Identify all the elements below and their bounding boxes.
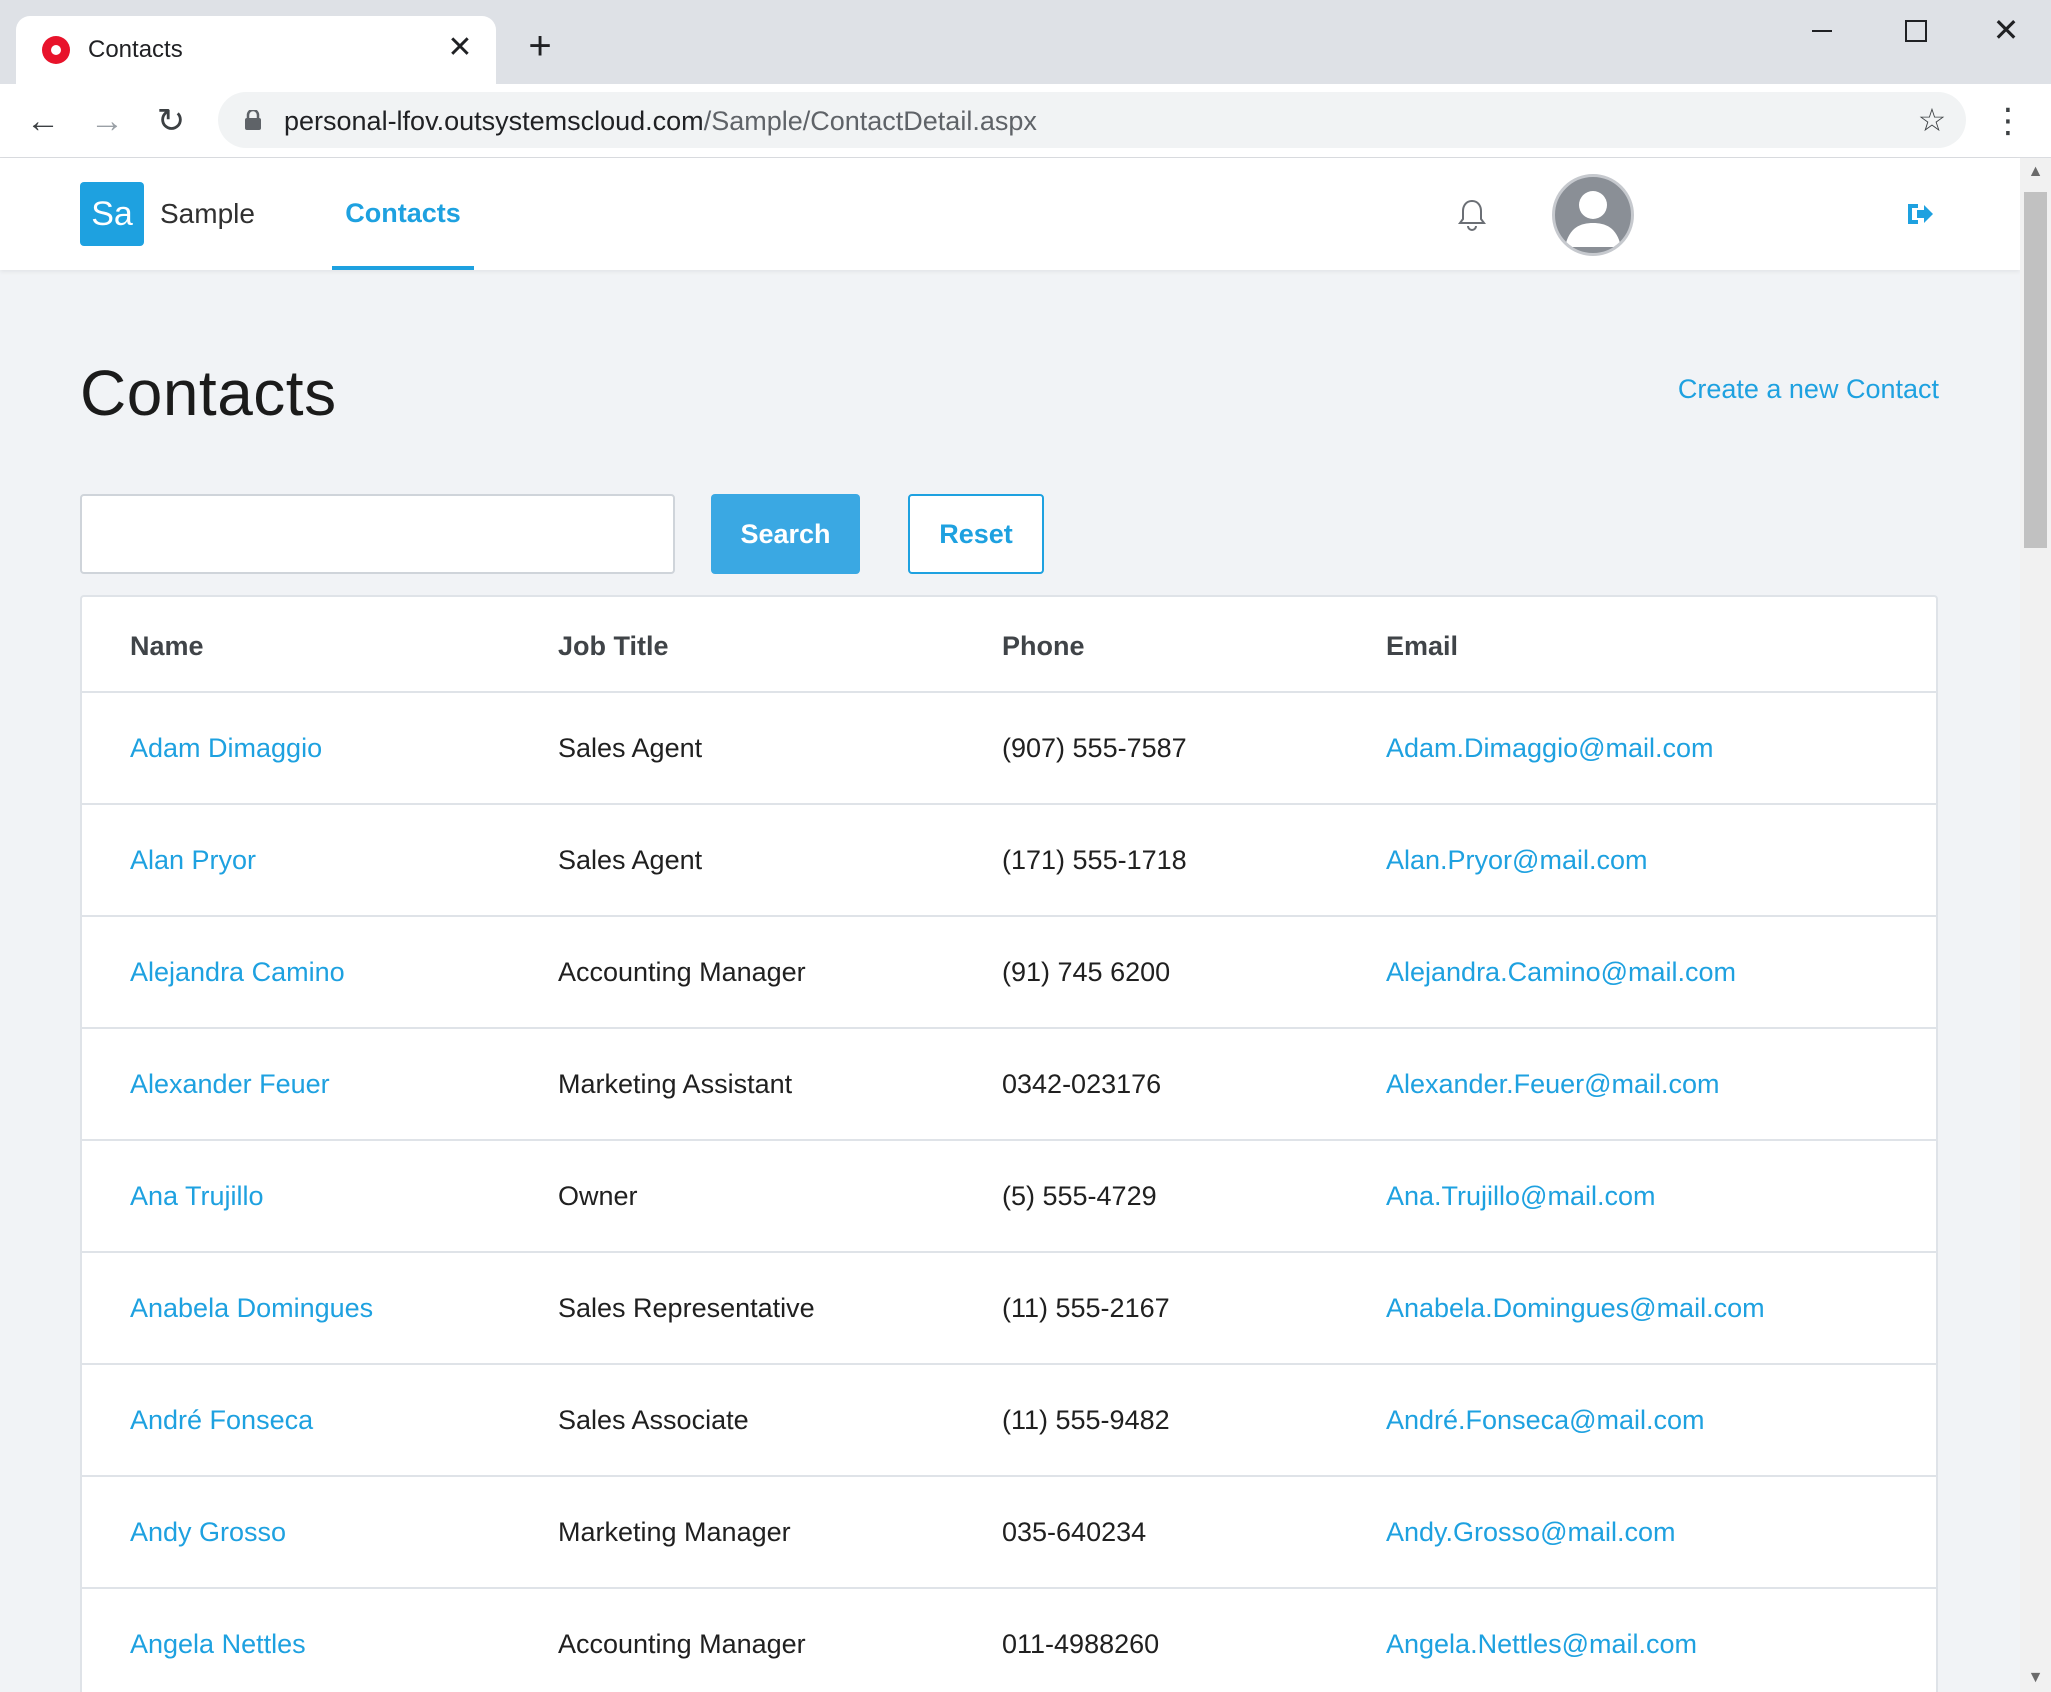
contact-phone: (11) 555-2167: [1002, 1293, 1170, 1323]
address-bar[interactable]: personal-lfov.outsystemscloud.com/Sample…: [218, 92, 1966, 148]
contact-name-link[interactable]: Anabela Domingues: [130, 1293, 373, 1324]
contact-phone: (171) 555-1718: [1002, 845, 1187, 875]
contact-job-title: Sales Associate: [558, 1405, 749, 1435]
contact-name-link[interactable]: Andy Grosso: [130, 1517, 286, 1548]
window-minimize-button[interactable]: [1792, 12, 1852, 48]
contact-email-link[interactable]: Alan.Pryor@mail.com: [1386, 845, 1647, 876]
url-path: /Sample/ContactDetail.aspx: [703, 106, 1037, 136]
contact-phone: 035-640234: [1002, 1517, 1147, 1547]
contact-email-link[interactable]: André.Fonseca@mail.com: [1386, 1405, 1705, 1436]
nav-item-label: Contacts: [345, 198, 461, 228]
contact-name-link[interactable]: Alan Pryor: [130, 845, 256, 876]
tab-close-icon[interactable]: ✕: [442, 30, 478, 66]
column-header-name[interactable]: Name: [130, 631, 204, 662]
contact-email-link[interactable]: Anabela.Domingues@mail.com: [1386, 1293, 1765, 1324]
contact-email-link[interactable]: Alejandra.Camino@mail.com: [1386, 957, 1736, 988]
contact-email-link[interactable]: Adam.Dimaggio@mail.com: [1386, 733, 1714, 764]
contact-job-title: Accounting Manager: [558, 957, 806, 987]
search-button[interactable]: Search: [711, 494, 860, 574]
contacts-table: Name Job Title Phone Email Adam Dimaggio…: [80, 595, 1938, 1692]
table-row: Angela Nettles Accounting Manager 011-49…: [82, 1589, 1936, 1692]
window-maximize-button[interactable]: [1884, 12, 1944, 48]
reset-button[interactable]: Reset: [908, 494, 1044, 574]
column-header-email[interactable]: Email: [1386, 631, 1458, 662]
page-scrollbar[interactable]: ▲ ▼: [2020, 158, 2051, 1692]
contact-email-link[interactable]: Andy.Grosso@mail.com: [1386, 1517, 1676, 1548]
scroll-down-arrow-icon[interactable]: ▼: [2020, 1664, 2051, 1692]
column-header-job-title[interactable]: Job Title: [558, 631, 669, 662]
contact-name-link[interactable]: Adam Dimaggio: [130, 733, 322, 764]
lock-icon: [245, 110, 261, 130]
app-logo[interactable]: Sa: [80, 182, 144, 246]
contact-name-link[interactable]: Alexander Feuer: [130, 1069, 330, 1100]
bell-icon[interactable]: [1456, 198, 1488, 232]
contact-name-link[interactable]: Ana Trujillo: [130, 1181, 264, 1212]
contact-job-title: Sales Agent: [558, 845, 703, 875]
app-header: Sa Sample Contacts: [0, 158, 2020, 270]
browser-tab-strip: Contacts ✕ + ✕: [0, 0, 2051, 84]
contact-name-link[interactable]: Angela Nettles: [130, 1629, 306, 1660]
contact-job-title: Accounting Manager: [558, 1629, 806, 1659]
contact-name-link[interactable]: Alejandra Camino: [130, 957, 345, 988]
scrollbar-thumb[interactable]: [2024, 192, 2047, 548]
contact-phone: (5) 555-4729: [1002, 1181, 1157, 1211]
contact-job-title: Owner: [558, 1181, 638, 1211]
logout-icon[interactable]: [1904, 198, 1936, 230]
contact-phone: 0342-023176: [1002, 1069, 1162, 1099]
forward-arrow-icon[interactable]: →: [86, 100, 128, 142]
table-row: Andy Grosso Marketing Manager 035-640234…: [82, 1477, 1936, 1589]
table-row: Adam Dimaggio Sales Agent (907) 555-7587…: [82, 693, 1936, 805]
window-close-button[interactable]: ✕: [1976, 12, 2036, 48]
contact-phone: (907) 555-7587: [1002, 733, 1187, 763]
contact-job-title: Marketing Assistant: [558, 1069, 793, 1099]
favicon-icon: [42, 36, 70, 64]
contact-email-link[interactable]: Ana.Trujillo@mail.com: [1386, 1181, 1655, 1212]
url-text[interactable]: personal-lfov.outsystemscloud.com/Sample…: [284, 106, 1037, 137]
table-header: Name Job Title Phone Email: [82, 597, 1936, 693]
table-row: Anabela Domingues Sales Representative (…: [82, 1253, 1936, 1365]
app-name[interactable]: Sample: [160, 198, 255, 230]
nav-item-contacts[interactable]: Contacts: [332, 158, 474, 270]
page-title: Contacts: [80, 357, 337, 429]
contact-email-link[interactable]: Alexander.Feuer@mail.com: [1386, 1069, 1720, 1100]
back-arrow-icon[interactable]: ←: [22, 100, 64, 142]
browser-tab[interactable]: Contacts ✕: [16, 16, 496, 84]
tab-title: Contacts: [88, 36, 183, 63]
contact-email-link[interactable]: Angela.Nettles@mail.com: [1386, 1629, 1697, 1660]
table-row: Alan Pryor Sales Agent (171) 555-1718 Al…: [82, 805, 1936, 917]
table-row: Alexander Feuer Marketing Assistant 0342…: [82, 1029, 1936, 1141]
browser-menu-icon[interactable]: ⋮: [1990, 100, 2026, 142]
browser-toolbar: ← → ↻ personal-lfov.outsystemscloud.com/…: [0, 84, 2051, 158]
table-row: Ana Trujillo Owner (5) 555-4729 Ana.Truj…: [82, 1141, 1936, 1253]
scroll-up-arrow-icon[interactable]: ▲: [2020, 158, 2051, 186]
url-host: personal-lfov.outsystemscloud.com: [284, 106, 704, 136]
contact-job-title: Marketing Manager: [558, 1517, 791, 1547]
search-input[interactable]: [80, 494, 675, 574]
user-silhouette-icon: [1565, 191, 1621, 247]
bookmark-star-icon[interactable]: ☆: [1914, 102, 1950, 138]
contact-phone: (11) 555-9482: [1002, 1405, 1170, 1435]
contact-job-title: Sales Agent: [558, 733, 703, 763]
contact-name-link[interactable]: André Fonseca: [130, 1405, 313, 1436]
table-row: Alejandra Camino Accounting Manager (91)…: [82, 917, 1936, 1029]
user-avatar[interactable]: [1552, 174, 1634, 256]
reload-icon[interactable]: ↻: [150, 100, 192, 142]
new-tab-button[interactable]: +: [520, 26, 560, 66]
contact-phone: 011-4988260: [1002, 1629, 1160, 1659]
table-row: André Fonseca Sales Associate (11) 555-9…: [82, 1365, 1936, 1477]
contact-job-title: Sales Representative: [558, 1293, 815, 1323]
create-contact-link[interactable]: Create a new Contact: [1678, 374, 1939, 405]
column-header-phone[interactable]: Phone: [1002, 631, 1085, 662]
contact-phone: (91) 745 6200: [1002, 957, 1171, 987]
